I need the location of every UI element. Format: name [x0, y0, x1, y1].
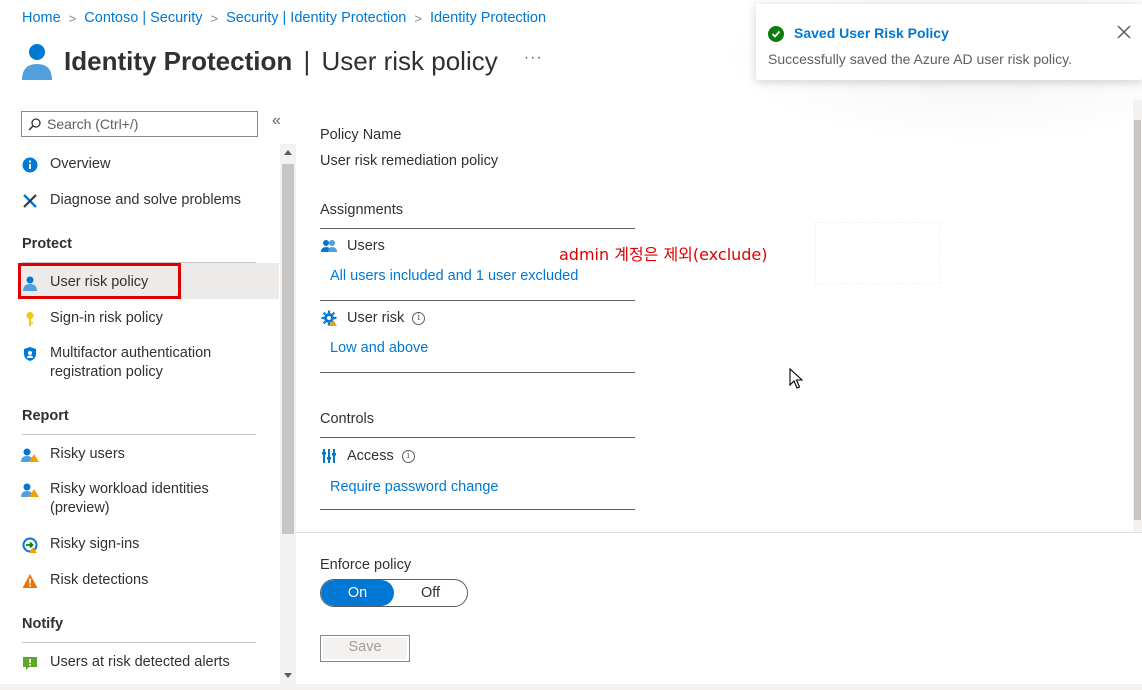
breadcrumb: Home > Contoso | Security > Security | I…	[22, 10, 546, 26]
key-icon	[20, 309, 40, 329]
search-input[interactable]: Search (Ctrl+/)	[21, 111, 258, 137]
collapse-sidebar-button[interactable]: «	[272, 112, 281, 130]
sidebar-item-risk-detections[interactable]: Risk detections	[20, 571, 148, 591]
enforce-policy-toggle[interactable]: On Off	[320, 579, 468, 607]
user-risk-level-link[interactable]: Low and above	[330, 340, 428, 356]
annotation-text: admin 계정은 제외(exclude)	[559, 245, 768, 264]
sidebar-item-mfa-registration-policy[interactable]: Multifactor authentication registration …	[20, 344, 240, 382]
search-icon	[28, 117, 41, 131]
scroll-down-icon[interactable]	[284, 673, 292, 678]
more-options-icon[interactable]: ···	[524, 49, 543, 67]
shield-icon	[20, 344, 40, 364]
sidebar-item-label: Overview	[50, 156, 111, 172]
close-icon[interactable]	[1114, 22, 1134, 42]
breadcrumb-security-identity[interactable]: Security | Identity Protection	[226, 10, 406, 26]
risky-signin-icon	[20, 535, 40, 555]
users-assignment-link[interactable]: All users included and 1 user excluded	[330, 268, 578, 284]
info-icon[interactable]: i	[412, 311, 426, 325]
access-control-link[interactable]: Require password change	[330, 479, 498, 495]
page-title: Identity Protection | User risk policy	[64, 45, 498, 76]
chevron-right-icon: >	[68, 10, 77, 26]
footer-divider	[296, 532, 1142, 533]
breadcrumb-contoso-security[interactable]: Contoso | Security	[84, 10, 202, 26]
wrench-icon	[20, 191, 40, 211]
risky-workload-icon	[20, 480, 40, 500]
section-divider	[22, 642, 256, 643]
info-icon	[20, 155, 40, 175]
sidebar-item-risky-users[interactable]: Risky users	[20, 445, 125, 465]
divider	[320, 300, 635, 301]
breadcrumb-identity-protection[interactable]: Identity Protection	[430, 10, 546, 26]
policy-name-label: Policy Name	[320, 127, 402, 143]
chevron-right-icon: >	[210, 10, 219, 26]
divider	[320, 372, 635, 373]
sidebar-item-overview[interactable]: Overview	[20, 155, 110, 175]
user-risk-label: User risk	[347, 310, 405, 326]
page-header: Identity Protection | User risk policy ·…	[20, 40, 543, 82]
enforce-policy-label: Enforce policy	[320, 557, 412, 573]
scrollbar-thumb[interactable]	[282, 164, 294, 534]
divider	[320, 437, 635, 438]
access-row-header: Access i	[320, 447, 415, 465]
faded-placeholder	[815, 222, 940, 284]
save-button[interactable]: Save	[320, 635, 410, 662]
toggle-on-option[interactable]: On	[321, 580, 394, 606]
section-heading-notify: Notify	[22, 616, 64, 632]
bottom-bar	[0, 684, 1142, 690]
section-divider	[22, 434, 256, 435]
scroll-up-icon[interactable]	[284, 150, 292, 155]
sidebar-item-users-at-risk-alerts[interactable]: Users at risk detected alerts	[20, 653, 230, 673]
sidebar-item-label: Sign-in risk policy	[50, 310, 163, 326]
sidebar-item-risky-workload[interactable]: Risky workload identities (preview)	[20, 480, 230, 518]
controls-heading: Controls	[320, 411, 374, 427]
sidebar-item-label: Risky users	[50, 446, 125, 462]
users-label: Users	[347, 238, 385, 254]
sidebar-item-label: Diagnose and solve problems	[50, 192, 242, 208]
sidebar-item-diagnose[interactable]: Diagnose and solve problems	[20, 191, 241, 211]
sidebar-item-label: Users at risk detected alerts	[50, 654, 230, 670]
users-row-header: Users	[320, 237, 385, 255]
highlight-annotation-box	[18, 263, 181, 299]
alert-icon	[20, 653, 40, 673]
sidebar-item-label: Risky sign-ins	[50, 536, 140, 552]
divider	[320, 509, 635, 510]
mouse-cursor-icon	[789, 368, 803, 389]
divider	[320, 228, 635, 229]
section-heading-report: Report	[22, 408, 69, 424]
risky-users-icon	[20, 445, 40, 465]
breadcrumb-home[interactable]: Home	[22, 10, 61, 26]
users-icon	[320, 237, 338, 255]
sidebar-scrollbar[interactable]	[280, 144, 296, 684]
toast-message: Successfully saved the Azure AD user ris…	[768, 51, 1072, 67]
warning-icon	[20, 571, 40, 591]
access-label: Access	[347, 448, 394, 464]
gear-icon	[320, 309, 338, 327]
assignments-heading: Assignments	[320, 202, 404, 218]
access-controls-icon	[320, 447, 338, 465]
user-risk-row-header: User risk i	[320, 309, 426, 327]
info-icon[interactable]: i	[401, 449, 415, 463]
success-check-icon	[768, 26, 784, 42]
sidebar-item-label: Multifactor authentication registration …	[50, 345, 212, 380]
sidebar-item-risky-signins[interactable]: Risky sign-ins	[20, 535, 139, 555]
toggle-off-option[interactable]: Off	[394, 580, 467, 606]
scrollbar-thumb[interactable]	[1134, 120, 1141, 520]
main-scrollbar[interactable]	[1133, 100, 1142, 532]
user-icon	[22, 44, 52, 80]
sidebar-item-label: Risky workload identities (preview)	[50, 481, 209, 516]
notification-toast: Saved User Risk Policy Successfully save…	[756, 4, 1142, 80]
toast-title: Saved User Risk Policy	[794, 25, 949, 41]
search-placeholder: Search (Ctrl+/)	[47, 116, 139, 132]
chevron-right-icon: >	[414, 10, 422, 26]
sidebar-item-label: Risk detections	[50, 572, 149, 588]
sidebar-item-signin-risk-policy[interactable]: Sign-in risk policy	[20, 309, 163, 329]
section-heading-protect: Protect	[22, 236, 72, 252]
policy-name-value: User risk remediation policy	[320, 153, 499, 169]
